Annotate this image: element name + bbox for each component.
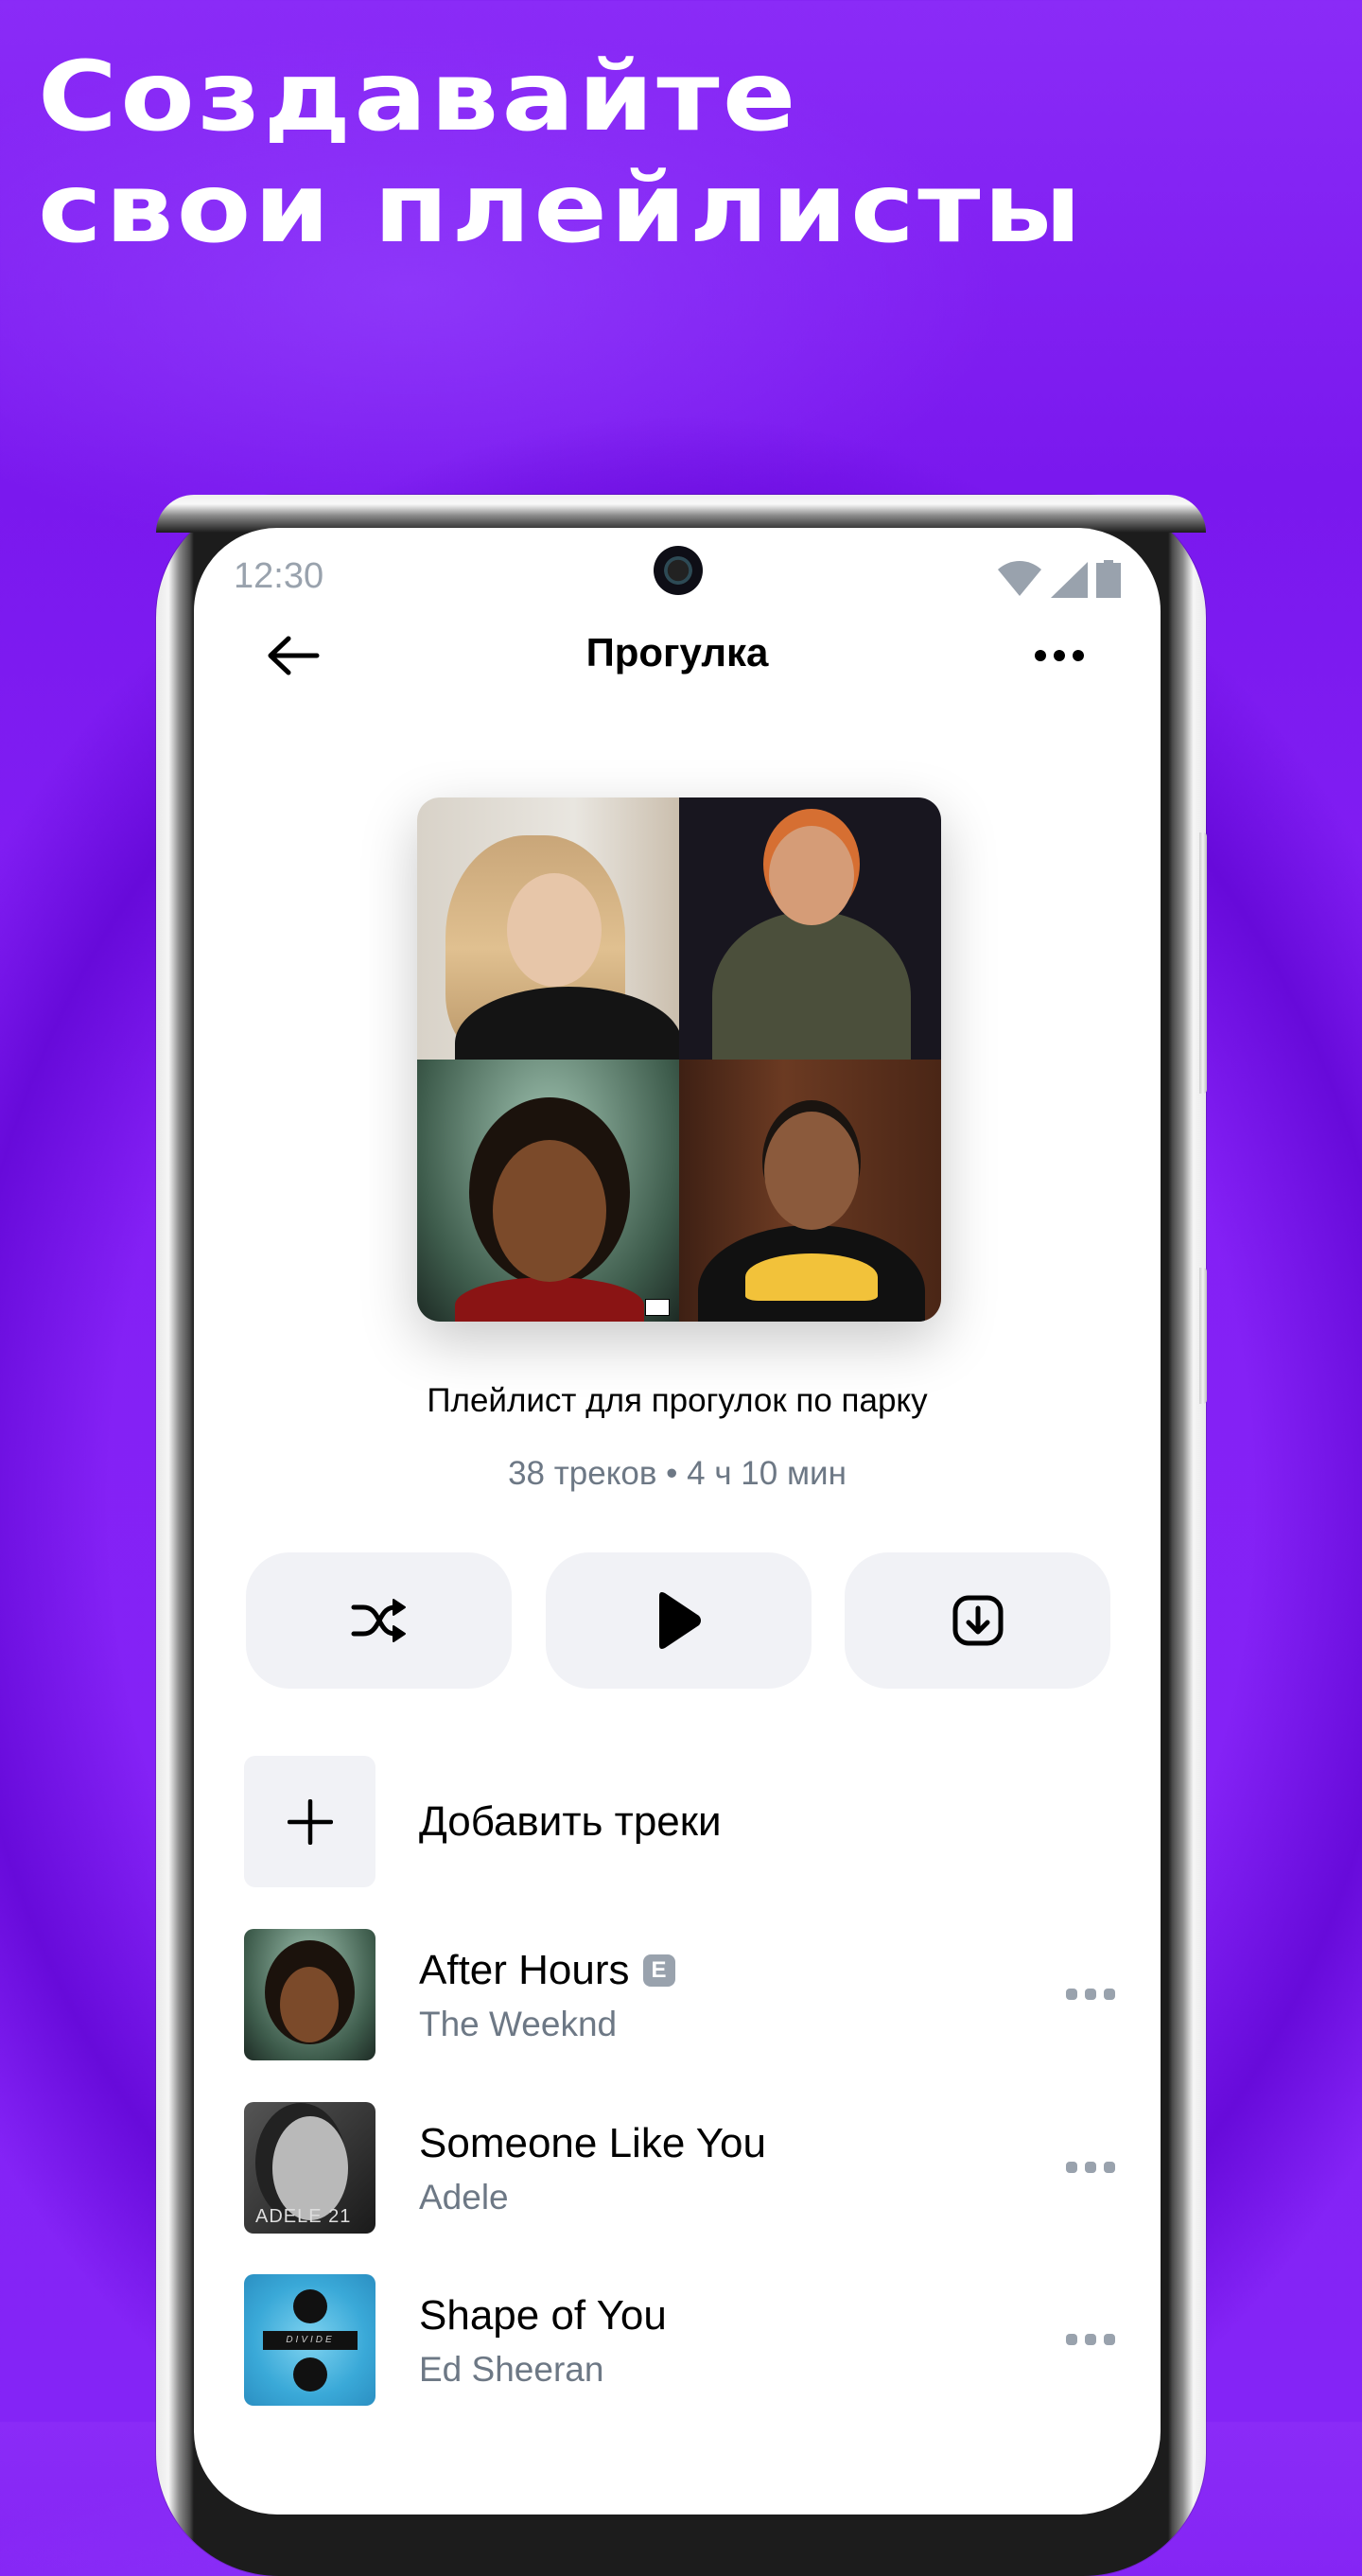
track-more-button[interactable] [1057, 1961, 1124, 2027]
track-title: Someone Like You [419, 2119, 766, 2166]
plus-icon [287, 1798, 333, 1845]
more-horizontal-icon [1035, 650, 1084, 661]
track-artist: Adele [419, 2177, 509, 2217]
play-button[interactable] [545, 1552, 812, 1689]
promo-headline: Создавайте свои плейлисты [38, 42, 1084, 265]
add-tracks-box [244, 1756, 375, 1887]
download-icon [952, 1595, 1003, 1646]
track-row[interactable]: After Hours E The Weeknd [244, 1929, 1124, 2060]
promo-headline-line-2: свои плейлисты [38, 152, 1085, 265]
playlist-actions [246, 1552, 1110, 1689]
track-cover [244, 1929, 375, 2060]
status-time: 12:30 [234, 556, 324, 596]
more-horizontal-icon [1066, 2334, 1115, 2345]
more-options-button[interactable] [1026, 622, 1092, 689]
cover-label: ADELE 21 [255, 2206, 352, 2227]
battery-icon [1096, 560, 1121, 598]
track-cover: ADELE 21 [244, 2102, 375, 2234]
phone-screen: 12:30 Прогулка Плейлист для прогулок по … [194, 528, 1161, 2515]
track-title: Shape of You [419, 2291, 667, 2339]
play-icon [659, 1592, 701, 1649]
cover-tile-drake [679, 1060, 941, 1322]
shuffle-button[interactable] [246, 1552, 512, 1689]
download-button[interactable] [845, 1552, 1110, 1689]
cover-tile-ed-sheeran [679, 797, 941, 1060]
front-camera [654, 546, 703, 595]
shuffle-icon [351, 1599, 406, 1642]
track-artist: Ed Sheeran [419, 2349, 604, 2389]
page-title: Прогулка [585, 630, 769, 675]
track-title: After Hours [419, 1946, 630, 1993]
track-more-button[interactable] [1057, 2306, 1124, 2373]
more-horizontal-icon [1066, 1989, 1115, 2000]
wifi-icon [998, 561, 1041, 596]
cover-label: DIVIDE [263, 2331, 358, 2350]
playlist-meta: 38 треков • 4 ч 10 мин [508, 1455, 847, 1492]
promo-headline-line-1: Создавайте [38, 41, 799, 153]
cover-tile-adele [417, 797, 679, 1060]
status-icons [996, 560, 1121, 598]
parental-advisory-label [645, 1299, 670, 1316]
signal-icon [1051, 562, 1088, 598]
playlist-description: Плейлист для прогулок по парку [427, 1382, 928, 1419]
explicit-badge: E [642, 1954, 675, 1987]
phone-power-button [1199, 1268, 1207, 1404]
more-horizontal-icon [1066, 2162, 1115, 2173]
playlist-cover [417, 797, 941, 1322]
track-cover: DIVIDE [244, 2274, 375, 2406]
track-row[interactable]: DIVIDE Shape of You Ed Sheeran [244, 2274, 1124, 2406]
cover-tile-the-weeknd [417, 1060, 679, 1322]
track-row[interactable]: ADELE 21 Someone Like You Adele [244, 2102, 1124, 2234]
add-tracks-button[interactable]: Добавить треки [244, 1756, 1095, 1887]
track-artist: The Weeknd [419, 2004, 618, 2043]
phone-volume-button [1199, 832, 1207, 1094]
track-more-button[interactable] [1057, 2134, 1124, 2200]
add-tracks-label: Добавить треки [419, 1797, 722, 1845]
